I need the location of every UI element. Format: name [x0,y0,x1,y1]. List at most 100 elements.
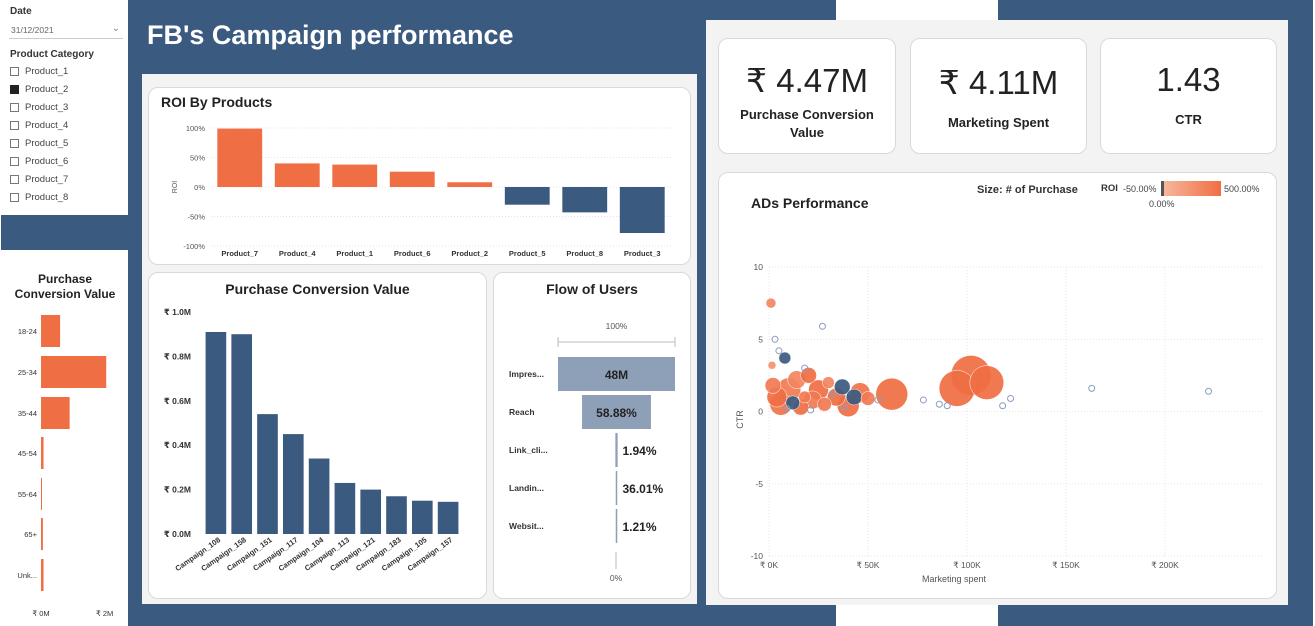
ads-bubble [785,395,801,411]
roi-chart: 100% 50% 0% -50% -100% ROI Product_7 Product_4 P… [172,124,671,258]
ads-bubble [764,377,782,394]
ads-card: ADs Performance Size: # of Purchase ROI … [718,172,1277,599]
category-option-product_1[interactable]: Product_1 [10,64,68,78]
ads-bubble [800,367,817,384]
page-title: FB's Campaign performance [147,20,514,50]
age-bar [41,356,107,388]
funnel-stage-label: Reach [509,407,535,417]
ads-bubble [845,388,863,406]
age-y-tick-label: 45-54 [18,449,37,458]
campaign-bar [437,501,459,534]
roi-bar [332,164,378,187]
ads-bubble [765,297,777,309]
roi-bar [274,163,320,187]
campaign-bar [231,334,253,534]
ads-x-tick-label: ₹ 200K [1151,560,1179,570]
checkbox[interactable] [10,174,19,184]
category-option-product_8[interactable]: Product_8 [10,190,68,204]
funnel-stage-label: Websit... [509,521,544,531]
category-option-product_5[interactable]: Product_5 [10,136,68,150]
age-y-tick-label: 25-34 [18,368,37,377]
ads-bubble [938,370,976,407]
ads-point [818,322,826,330]
category-option-product_2[interactable]: Product_2 [10,82,68,96]
checkbox[interactable] [10,84,19,94]
age-chart: 18-24 25-34 35-44 45-54 55-64 65+ Unk... ₹ 0M ₹ … [17,315,113,618]
checkbox[interactable] [10,66,19,76]
funnel-bar [615,509,618,543]
roi-bar [217,128,263,187]
ads-point [1205,387,1213,395]
roi-bar [562,187,608,213]
roi-bar [619,187,665,234]
age-y-tick-label: Unk... [17,571,37,580]
category-option-label: Product_3 [25,101,69,113]
funnel-stage-label: Landin... [509,483,544,493]
category-slicer-label: Product Category [10,49,94,60]
category-option-label: Product_5 [25,137,69,149]
kpi-spent-card: ₹ 4.11M Marketing Spent [910,38,1087,154]
campaign-x-tick-label: Campaign_157 [406,535,455,573]
roi-y-tick-label: 50% [190,154,205,163]
category-option-product_7[interactable]: Product_7 [10,172,68,186]
campaign-bar [257,414,278,534]
filter-panel: Date 31/12/2021 ⌄ Product Category Produ… [1,0,128,214]
age-y-tick-label: 18-24 [18,327,37,336]
ads-bubble [969,365,1005,400]
roi-y-axis-label: ROI [172,181,179,194]
ads-bubble [860,391,876,406]
ads-x-tick-label: ₹ 50K [857,560,880,570]
campaign-bar [411,500,433,534]
roi-bar [389,171,435,187]
checkbox[interactable] [10,120,19,130]
campaign-y-tick-label: ₹ 0.2M [164,485,191,495]
kpi-purchase-card: ₹ 4.47M Purchase Conversion Value [718,38,896,154]
date-slicer-label: Date [10,6,32,17]
ads-x-axis-label: Marketing spent [922,574,987,584]
date-value: 31/12/2021 [11,25,54,35]
funnel-bar [615,471,618,505]
date-dropdown[interactable]: 31/12/2021 ⌄ [9,22,123,39]
category-option-label: Product_8 [25,191,69,203]
ads-chart: 1050-5-10₹ 0K ₹ 50K ₹ 100K ₹ 150K ₹ 200KMark… [735,262,1264,584]
kpi-purchase-value: ₹ 4.47M [746,62,868,99]
funnel-top-label: 100% [606,321,628,331]
ads-point [919,396,927,404]
category-option-product_3[interactable]: Product_3 [10,100,68,114]
funnel-value-label: 48M [605,368,628,382]
ads-x-tick-label: ₹ 150K [1052,560,1080,570]
category-option-product_4[interactable]: Product_4 [10,118,68,132]
category-option-label: Product_2 [25,83,69,95]
ads-y-axis-label: CTR [735,410,745,429]
funnel-value-label: 1.21% [623,520,657,534]
checkbox[interactable] [10,192,19,202]
roi-x-tick-label: Product_1 [336,249,373,258]
campaign-bar [386,496,407,534]
campaign-y-tick-label: ₹ 0.4M [164,440,191,450]
kpi-ctr-label: CTR [1175,112,1202,127]
roi-x-tick-label: Product_8 [566,249,603,258]
campaign-card: Purchase Conversion Value ₹ 1.0M ₹ 0.8M ₹ … [148,272,487,599]
age-x-tick-label: ₹ 0M [32,609,49,618]
age-bar [41,397,70,429]
funnel-bar [615,433,618,467]
category-option-label: Product_4 [25,119,69,131]
ads-point [775,347,783,355]
kpi-ctr-card: 1.43 CTR [1100,38,1277,154]
ads-bubble [822,376,835,389]
checkbox[interactable] [10,138,19,148]
age-y-tick-label: 35-44 [18,409,37,418]
kpi-purchase-label: Purchase Conversion Value [740,107,874,140]
funnel-stage-label: Impres... [509,369,544,379]
age-chart-panel: Purchase Conversion Value 18-24 25-34 35-4… [1,250,128,626]
kpi-spent-label: Marketing Spent [947,115,1050,130]
checkbox[interactable] [10,102,19,112]
checkbox[interactable] [10,156,19,166]
age-bar [41,559,44,591]
age-bar [41,518,43,550]
funnel-value-label: 58.88% [596,406,637,420]
category-option-product_6[interactable]: Product_6 [10,154,68,168]
ads-point [1007,394,1015,402]
background-navy-left [1,215,128,250]
ads-bubble [767,361,777,370]
